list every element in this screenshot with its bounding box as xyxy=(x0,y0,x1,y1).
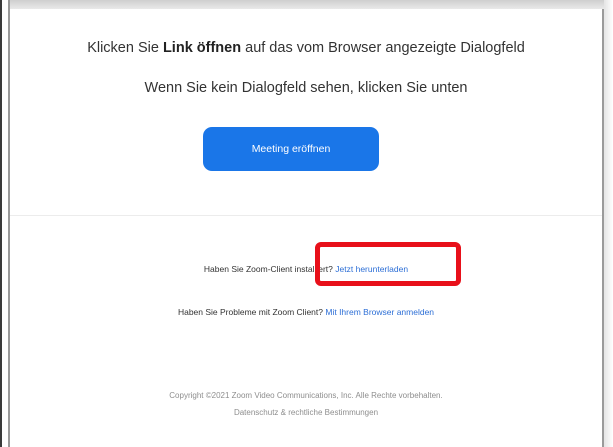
legal-line: Datenschutz & rechtliche Bestimmungen xyxy=(10,408,602,417)
client-problems-line: Haben Sie Probleme mit Zoom Client? Mit … xyxy=(10,307,602,317)
no-dialog-instruction: Wenn Sie kein Dialogfeld sehen, klicken … xyxy=(144,80,468,96)
launch-meeting-button[interactable]: Meeting eröffnen xyxy=(203,127,379,171)
client-problems-question: Haben Sie Probleme mit Zoom Client? xyxy=(177,307,323,317)
window-top-edge xyxy=(0,0,613,9)
join-from-browser-link[interactable]: Mit Ihrem Browser anmelden xyxy=(325,307,434,317)
instruction-suffix: auf das vom Browser angezeigte Dialogfel… xyxy=(245,40,525,56)
privacy-legal-link[interactable]: Datenschutz & rechtliche Bestimmungen xyxy=(234,408,378,417)
client-installed-line: Haben Sie Zoom-Client installiert? Jetzt… xyxy=(10,264,602,274)
client-installed-question: Haben Sie Zoom-Client installiert? xyxy=(203,264,333,274)
window-right-edge xyxy=(602,9,604,447)
open-link-instruction: Klicken Sie Link öffnen auf das vom Brow… xyxy=(10,40,602,56)
window-right-shadow xyxy=(604,0,613,447)
zoom-launch-page: Klicken Sie Link öffnen auf das vom Brow… xyxy=(0,0,613,447)
copyright-text: Copyright ©2021 Zoom Video Communication… xyxy=(169,391,443,400)
instruction-bold: Link öffnen xyxy=(162,40,242,56)
instruction-prefix: Klicken Sie xyxy=(87,40,159,56)
window-left-edge xyxy=(0,0,10,447)
download-highlight-annotation xyxy=(315,242,461,286)
